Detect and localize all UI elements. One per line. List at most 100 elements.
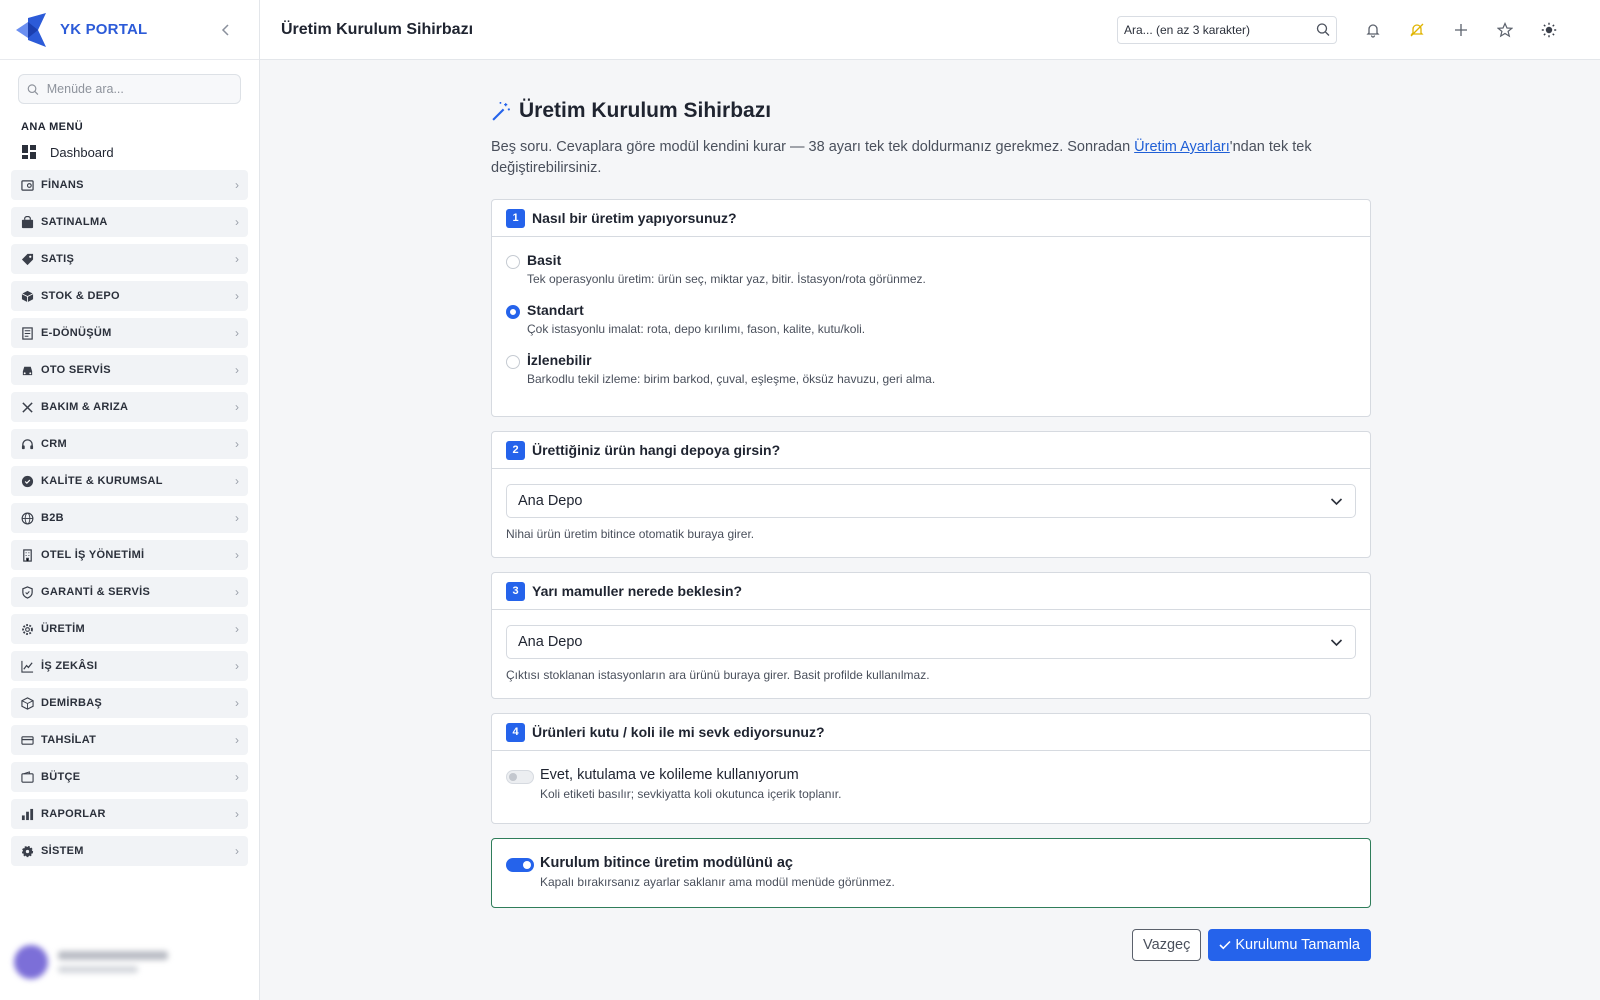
- question-header: 1 Nasıl bir üretim yapıyorsunuz?: [492, 200, 1370, 237]
- chart-line-icon: [20, 659, 34, 673]
- finished-goods-warehouse-select[interactable]: Ana Depo: [506, 484, 1356, 518]
- sidebar-item-garanti-servis[interactable]: GARANTİ & SERVİS ›: [11, 577, 248, 607]
- cancel-button[interactable]: Vazgeç: [1132, 929, 1202, 961]
- sidebar-item-stok-depo[interactable]: STOK & DEPO ›: [11, 281, 248, 311]
- globe-icon: [20, 511, 34, 525]
- sidebar-item-label: STOK & DEPO: [41, 290, 120, 302]
- menu-section-title: ANA MENÜ: [21, 121, 84, 133]
- user-profile[interactable]: [14, 942, 244, 982]
- sidebar-item-tahsilat[interactable]: TAHSİLAT ›: [11, 725, 248, 755]
- topbar: Üretim Kurulum Sihirbazı: [260, 0, 1600, 60]
- option-description: Tek operasyonlu üretim: ürün seç, miktar…: [527, 272, 926, 286]
- question-card-finished-goods-warehouse: 2 Ürettiğiniz ürün hangi depoya girsin? …: [491, 431, 1371, 558]
- activate-module-toggle[interactable]: [506, 858, 534, 872]
- select-value: Ana Depo: [518, 493, 583, 509]
- sidebar-item-label: Dashboard: [50, 144, 114, 160]
- box-icon: [20, 289, 34, 303]
- question-card-packaging: 4 Ürünleri kutu / koli ile mi sevk ediyo…: [491, 713, 1371, 824]
- notifications-button[interactable]: [1351, 8, 1395, 52]
- sidebar-item-is-zekasi[interactable]: İŞ ZEKÂSI ›: [11, 651, 248, 681]
- add-button[interactable]: [1439, 8, 1483, 52]
- sidebar-item-crm[interactable]: CRM ›: [11, 429, 248, 459]
- sidebar-item-sistem[interactable]: SİSTEM ›: [11, 836, 248, 866]
- production-settings-link[interactable]: Üretim Ayarları: [1134, 139, 1230, 155]
- favorites-button[interactable]: [1483, 8, 1527, 52]
- sidebar-item-label: RAPORLAR: [41, 808, 106, 820]
- chevron-right-icon: ›: [235, 511, 239, 525]
- complete-setup-button[interactable]: Kurulumu Tamamla: [1208, 929, 1371, 961]
- menu-search-input[interactable]: [46, 82, 232, 96]
- radio-option-standart[interactable]: Standart Çok istasyonlu imalat: rota, de…: [506, 302, 1356, 336]
- sidebar-item-label: SATIŞ: [41, 253, 75, 265]
- question-header: 4 Ürünleri kutu / koli ile mi sevk ediyo…: [492, 714, 1370, 751]
- global-search-input[interactable]: [1124, 22, 1317, 37]
- chevron-right-icon: ›: [235, 215, 239, 229]
- page-title: Üretim Kurulum Sihirbazı: [281, 20, 474, 38]
- chevron-left-icon: [221, 23, 229, 36]
- sidebar-item-uretim[interactable]: ÜRETİM ›: [11, 614, 248, 644]
- toggle-description: Kapalı bırakırsanız ayarlar saklanır ama…: [540, 875, 895, 889]
- chevron-right-icon: ›: [235, 733, 239, 747]
- chevron-right-icon: ›: [235, 326, 239, 340]
- mute-notifications-button[interactable]: [1395, 8, 1439, 52]
- option-description: Barkodlu tekil izleme: birim barkod, çuv…: [527, 372, 936, 386]
- global-search-box[interactable]: [1117, 15, 1337, 44]
- wallet-icon: [20, 770, 34, 784]
- question-body: Evet, kutulama ve kolileme kullanıyorum …: [492, 751, 1370, 823]
- sidebar-item-finans[interactable]: FİNANS ›: [11, 170, 248, 200]
- packaging-toggle-row: Evet, kutulama ve kolileme kullanıyorum …: [506, 767, 1356, 801]
- question-header: 2 Ürettiğiniz ürün hangi depoya girsin?: [492, 432, 1370, 469]
- sidebar-item-dashboard[interactable]: Dashboard: [22, 140, 259, 164]
- brand-logo-icon: [16, 12, 46, 47]
- sidebar-item-label: BAKIM & ARIZA: [41, 401, 129, 413]
- question-body: Basit Tek operasyonlu üretim: ürün seç, …: [492, 237, 1370, 416]
- headset-icon: [20, 437, 34, 451]
- sidebar-item-demirbas[interactable]: DEMİRBAŞ ›: [11, 688, 248, 718]
- field-hint: Nihai ürün üretim bitince otomatik buray…: [506, 527, 755, 541]
- packaging-toggle[interactable]: [506, 770, 534, 784]
- sidebar-item-label: E-DÖNÜŞÜM: [41, 327, 112, 339]
- select-value: Ana Depo: [518, 634, 583, 650]
- sidebar-item-otel-is-yonetimi[interactable]: OTEL İŞ YÖNETİMİ ›: [11, 540, 248, 570]
- sidebar-item-kalite-kurumsal[interactable]: KALİTE & KURUMSAL ›: [11, 466, 248, 496]
- sidebar-item-raporlar[interactable]: RAPORLAR ›: [11, 799, 248, 829]
- theme-toggle-button[interactable]: [1527, 8, 1571, 52]
- sidebar-item-label: OTEL İŞ YÖNETİMİ: [41, 549, 145, 561]
- sidebar-item-oto-servis[interactable]: OTO SERVİS ›: [11, 355, 248, 385]
- document-icon: [20, 326, 34, 340]
- wizard-content: Üretim Kurulum Sihirbazı Beş soru. Cevap…: [491, 96, 1371, 961]
- sidebar-item-satinalma[interactable]: SATINALMA ›: [11, 207, 248, 237]
- radio-button[interactable]: [506, 255, 520, 269]
- sidebar-item-satis[interactable]: SATIŞ ›: [11, 244, 248, 274]
- brand-name: YK PORTAL: [60, 21, 148, 38]
- sidebar-collapse-button[interactable]: [215, 19, 237, 41]
- menu-search-box[interactable]: [18, 74, 241, 104]
- star-icon: [1497, 21, 1513, 37]
- sidebar-item-bakim-ariza[interactable]: BAKIM & ARIZA ›: [11, 392, 248, 422]
- tools-icon: [20, 400, 34, 414]
- question-body: Ana Depo Çıktısı stoklanan istasyonların…: [492, 610, 1370, 698]
- sidebar-item-label: SİSTEM: [41, 845, 84, 857]
- sun-icon: [1541, 22, 1557, 37]
- brand-header: YK PORTAL: [0, 0, 259, 60]
- radio-button-selected[interactable]: [506, 305, 520, 319]
- wizard-title: Üretim Kurulum Sihirbazı: [519, 99, 772, 122]
- chevron-right-icon: ›: [235, 474, 239, 488]
- radio-option-izlenebilir[interactable]: İzlenebilir Barkodlu tekil izleme: birim…: [506, 352, 1356, 386]
- chevron-right-icon: ›: [235, 363, 239, 377]
- shield-icon: [20, 585, 34, 599]
- sidebar-item-b2b[interactable]: B2B ›: [11, 503, 248, 533]
- question-text: Nasıl bir üretim yapıyorsunuz?: [532, 210, 737, 226]
- sidebar-item-butce[interactable]: BÜTÇE ›: [11, 762, 248, 792]
- sidebar-item-e-donusum[interactable]: E-DÖNÜŞÜM ›: [11, 318, 248, 348]
- chevron-right-icon: ›: [235, 585, 239, 599]
- radio-button[interactable]: [506, 355, 520, 369]
- option-title: Basit: [527, 252, 562, 268]
- question-header: 3 Yarı mamuller nerede beklesin?: [492, 573, 1370, 610]
- toggle-title: Kurulum bitince üretim modülünü aç: [540, 855, 793, 871]
- search-icon: [1316, 23, 1330, 36]
- finance-icon: [20, 178, 34, 192]
- activate-toggle-row: Kurulum bitince üretim modülünü aç Kapal…: [506, 855, 1356, 889]
- semi-finished-warehouse-select[interactable]: Ana Depo: [506, 625, 1356, 659]
- radio-option-basit[interactable]: Basit Tek operasyonlu üretim: ürün seç, …: [506, 252, 1356, 286]
